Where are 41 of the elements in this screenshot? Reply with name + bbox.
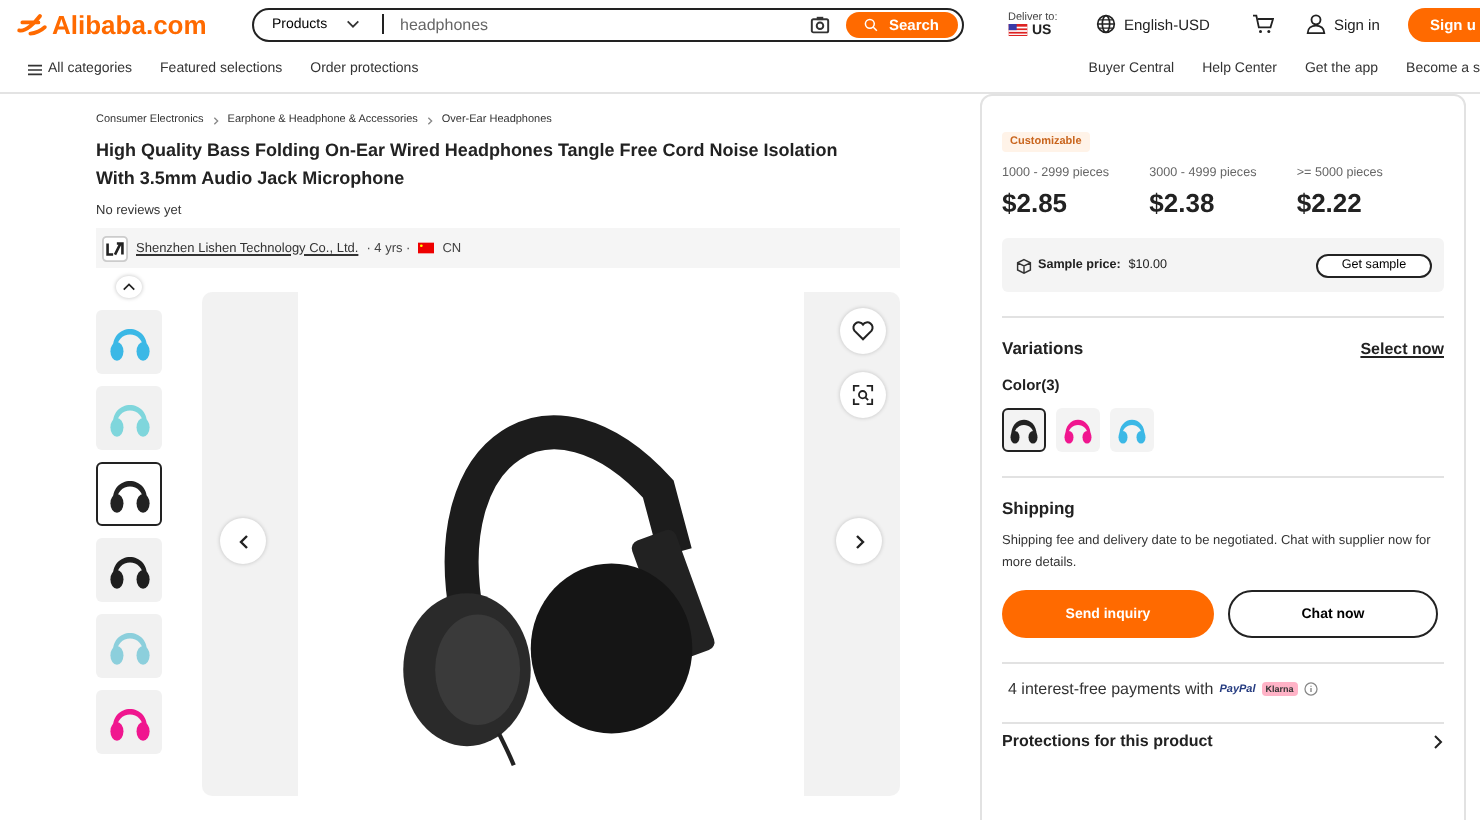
installments-text: 4 interest-free payments with: [1008, 680, 1214, 698]
camera-icon[interactable]: [810, 15, 830, 33]
cn-flag-icon: [418, 242, 435, 254]
variations-heading: Variations: [1002, 338, 1084, 358]
thumbnail[interactable]: [96, 614, 162, 678]
price: $2.22: [1296, 188, 1364, 218]
us-flag-icon: [1008, 24, 1028, 36]
select-now-link[interactable]: Select now: [1360, 339, 1444, 357]
protections-heading[interactable]: Protections for this product: [1002, 732, 1213, 750]
color-swatch[interactable]: [1002, 408, 1046, 452]
image-search-button[interactable]: [840, 372, 886, 418]
thumbnail[interactable]: [96, 310, 162, 374]
globe-icon: [1096, 14, 1116, 34]
price: $2.38: [1149, 188, 1217, 218]
supplier-logo-icon: [102, 235, 128, 261]
search-icon: [864, 17, 879, 31]
thumbnail[interactable]: [96, 462, 162, 526]
chevron-right-icon: [1432, 733, 1444, 749]
color-swatch[interactable]: [1056, 408, 1100, 452]
box-icon: [1016, 257, 1032, 273]
heart-icon: [852, 320, 874, 342]
price: $2.85: [1002, 188, 1070, 218]
thumbnail[interactable]: [96, 690, 162, 754]
image-search-icon: [852, 384, 874, 406]
shipping-heading: Shipping: [1002, 498, 1077, 518]
chevron-right-icon: [211, 115, 220, 125]
favorite-button[interactable]: [840, 308, 886, 354]
color-swatch[interactable]: [1110, 408, 1154, 452]
chevron-right-icon: [853, 533, 865, 549]
user-icon: [1305, 14, 1326, 34]
chevron-down-icon: [345, 20, 360, 28]
chevron-left-icon: [237, 533, 249, 549]
cart-icon[interactable]: [1251, 14, 1274, 34]
info-icon[interactable]: [1303, 682, 1318, 696]
scroll-up-button[interactable]: [116, 276, 142, 298]
chevron-up-icon: [122, 282, 136, 292]
thumbnail[interactable]: [96, 386, 162, 450]
product-title: High Quality Bass Folding On-Ear Wired Headphones Tangle Free Cord Noise Isolation With 3.5mm Audio Jack Microphone: [96, 138, 840, 192]
thumbnail[interactable]: [96, 538, 162, 602]
menu-icon: [28, 63, 42, 75]
chevron-right-icon: [425, 115, 434, 125]
